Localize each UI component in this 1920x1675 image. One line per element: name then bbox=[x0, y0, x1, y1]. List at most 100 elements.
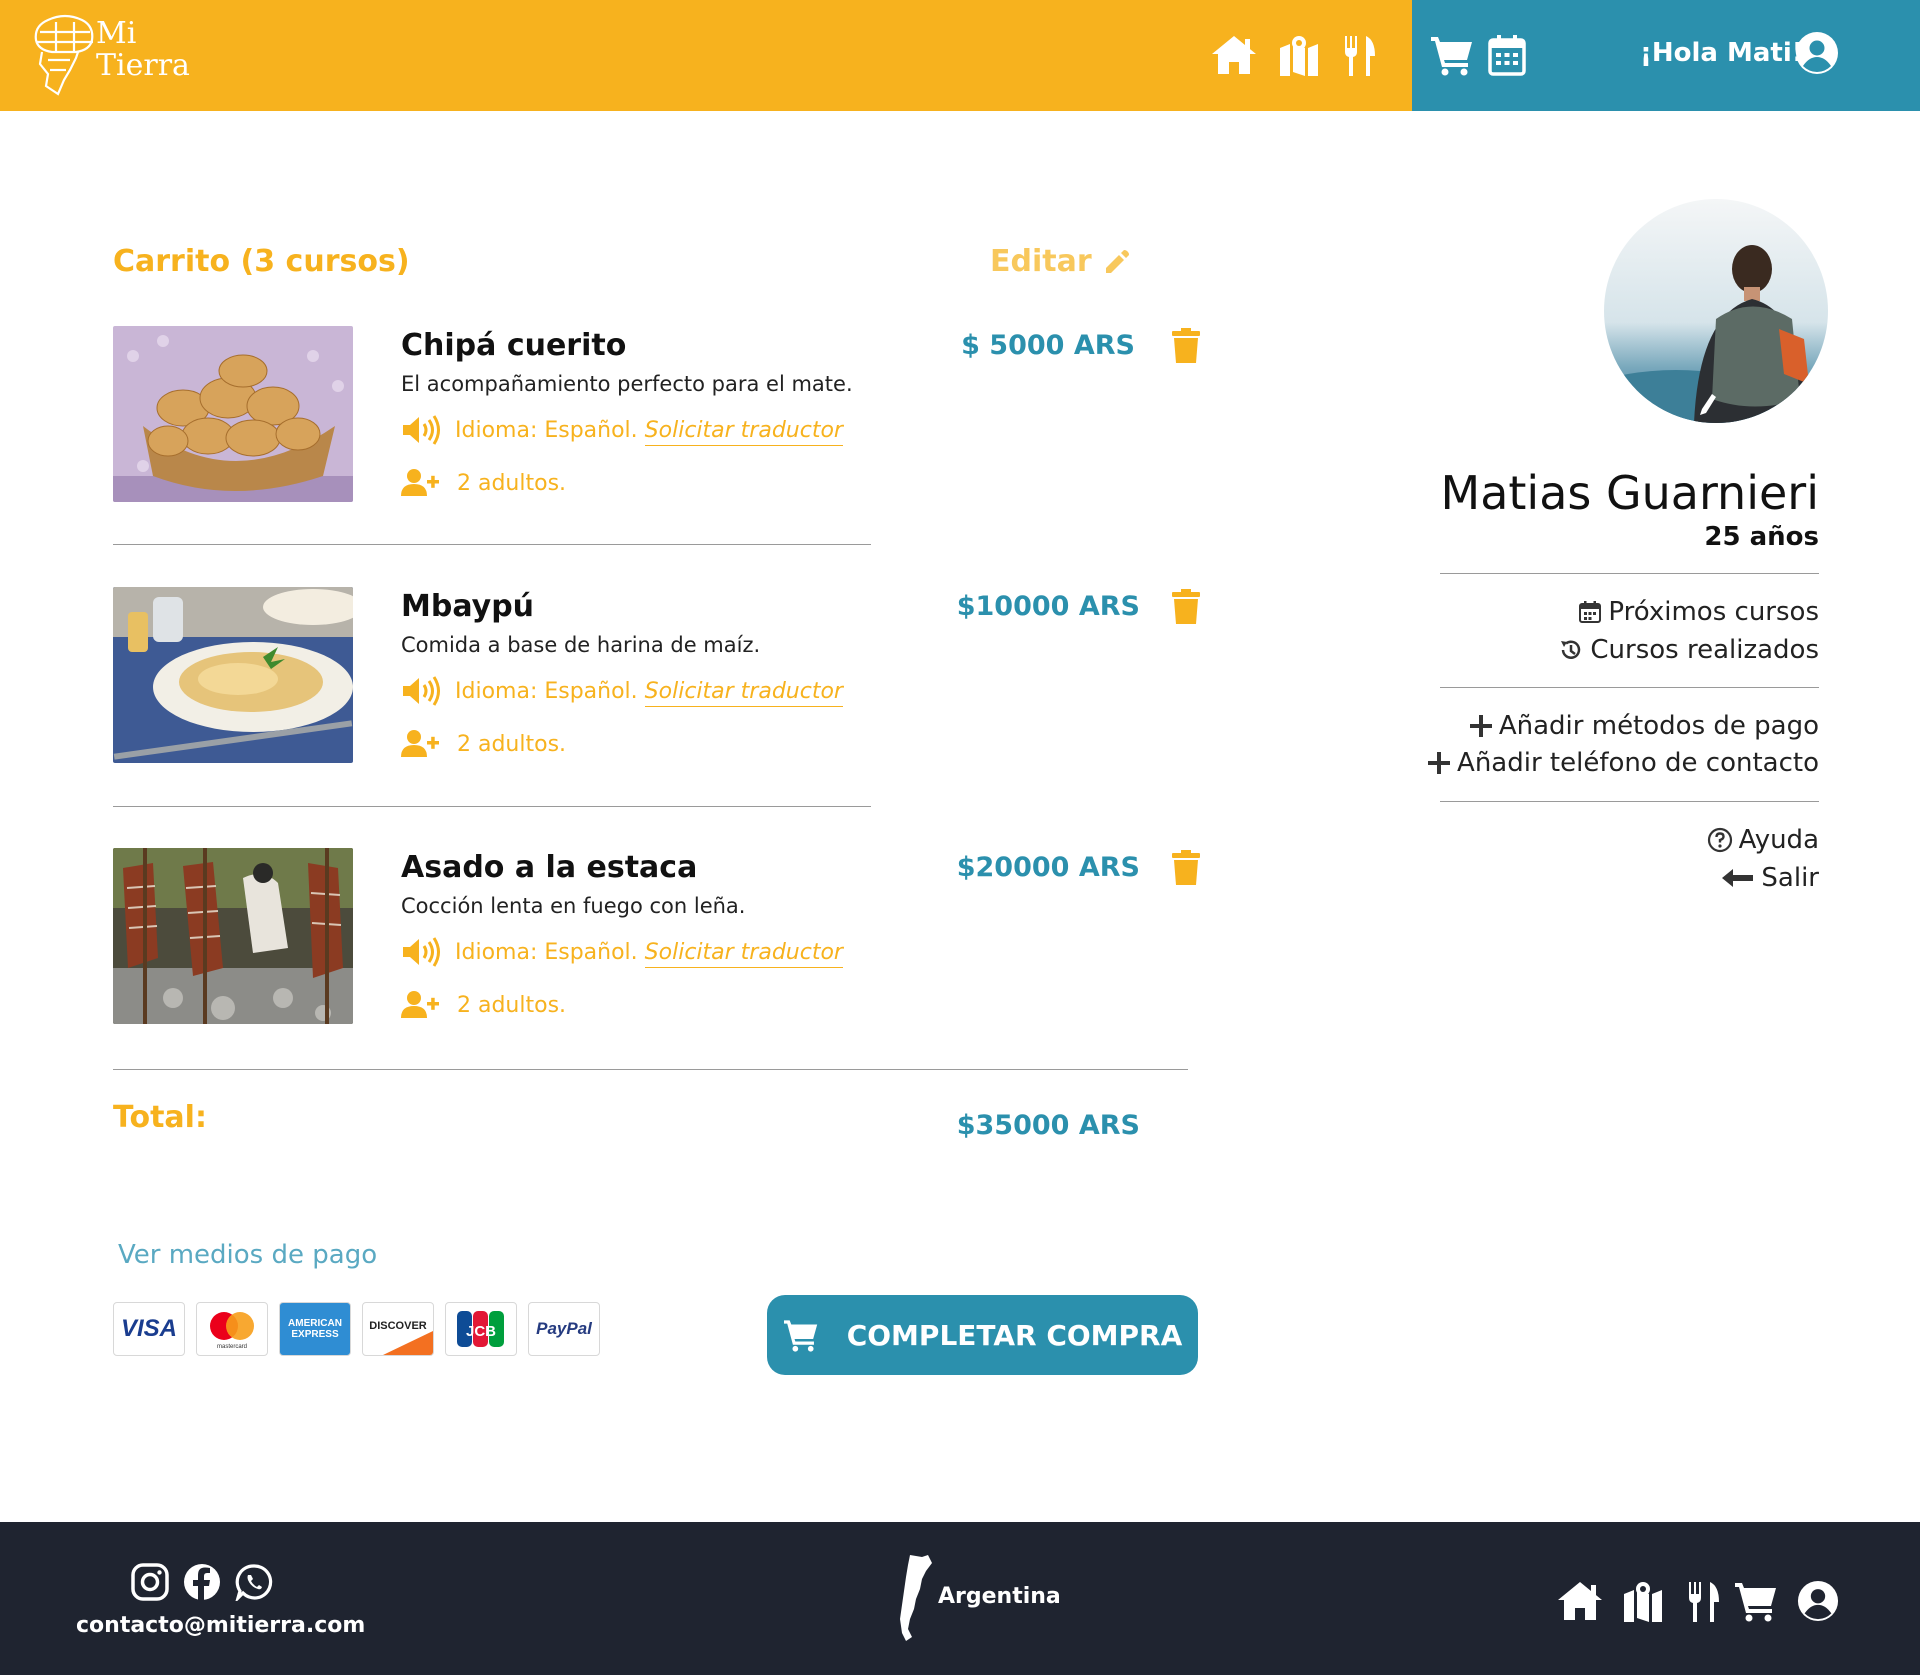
completed-courses-link[interactable]: Cursos realizados bbox=[1558, 635, 1819, 665]
cart-icon[interactable] bbox=[1734, 1580, 1778, 1626]
chipa-cuerito-image bbox=[113, 326, 353, 502]
logout-label: Salir bbox=[1761, 863, 1819, 893]
add-payment-method-link[interactable]: Añadir métodos de pago bbox=[1469, 711, 1819, 741]
discover-card-icon: DISCOVER bbox=[362, 1302, 434, 1356]
facebook-icon[interactable] bbox=[183, 1563, 221, 1605]
trash-icon[interactable] bbox=[1171, 328, 1201, 364]
utensils-icon[interactable] bbox=[1686, 1580, 1722, 1628]
user-circle-icon[interactable] bbox=[1795, 31, 1843, 75]
help-label: Ayuda bbox=[1738, 825, 1819, 855]
user-circle-icon[interactable] bbox=[1797, 1580, 1839, 1626]
item-language: Idioma: Español. bbox=[455, 939, 638, 965]
payment-cards-row: VISA mastercard AMERICAN EXPRESS DISCOVE… bbox=[113, 1302, 600, 1356]
edit-label: Editar bbox=[990, 244, 1092, 279]
user-plus-icon[interactable] bbox=[401, 468, 439, 498]
logout-link[interactable]: Salir bbox=[1721, 863, 1819, 893]
cart-item: Chipá cuerito El acompañamiento perfecto… bbox=[113, 326, 1213, 506]
navbar-user-section: ¡Hola Mati! bbox=[1412, 0, 1920, 111]
item-price: $20000 ARS bbox=[956, 852, 1140, 883]
amex-card-icon: AMERICAN EXPRESS bbox=[279, 1302, 351, 1356]
user-plus-icon[interactable] bbox=[401, 729, 439, 759]
greeting-text[interactable]: ¡Hola Mati! bbox=[1640, 38, 1804, 68]
map-icon[interactable] bbox=[1622, 1580, 1664, 1628]
add-phone-label: Añadir teléfono de contacto bbox=[1457, 748, 1819, 778]
cart-item: Asado a la estaca Cocción lenta en fuego… bbox=[113, 848, 1213, 1028]
view-payment-methods-link[interactable]: Ver medios de pago bbox=[118, 1240, 377, 1270]
profile-age: 25 años bbox=[1704, 522, 1819, 552]
add-payment-method-label: Añadir métodos de pago bbox=[1498, 711, 1819, 741]
upcoming-courses-label: Próximos cursos bbox=[1608, 597, 1819, 627]
map-icon[interactable] bbox=[1278, 34, 1326, 78]
home-icon[interactable] bbox=[1210, 34, 1258, 78]
help-link[interactable]: Ayuda bbox=[1707, 825, 1819, 855]
profile-avatar[interactable] bbox=[1604, 199, 1828, 423]
request-translator-link[interactable]: Solicitar traductor bbox=[644, 678, 843, 707]
question-circle-icon bbox=[1707, 827, 1732, 853]
profile-name: Matias Guarnieri bbox=[1440, 466, 1820, 520]
visa-card-icon: VISA bbox=[113, 1302, 185, 1356]
svg-text:JCB: JCB bbox=[466, 1323, 496, 1340]
profile-divider bbox=[1440, 801, 1819, 802]
jcb-card-icon: JCB bbox=[445, 1302, 517, 1356]
speaker-icon bbox=[403, 415, 440, 445]
request-translator-link[interactable]: Solicitar traductor bbox=[644, 939, 843, 968]
whatsapp-icon[interactable] bbox=[234, 1563, 273, 1605]
logo-mark-icon bbox=[34, 14, 94, 96]
item-description: Cocción lenta en fuego con leña. bbox=[401, 894, 746, 918]
item-divider bbox=[113, 806, 871, 807]
mastercard-icon: mastercard bbox=[196, 1302, 268, 1356]
country-label: Argentina bbox=[938, 1584, 1061, 1609]
user-plus-icon[interactable] bbox=[401, 990, 439, 1020]
edit-cart-button[interactable]: Editar bbox=[990, 244, 1130, 279]
item-language-row: Idioma: Español. Solicitar traductor bbox=[401, 936, 843, 968]
cart-icon bbox=[783, 1320, 817, 1352]
item-price: $10000 ARS bbox=[956, 591, 1140, 622]
contact-email[interactable]: contacto@mitierra.com bbox=[76, 1613, 365, 1638]
svg-text:DISCOVER: DISCOVER bbox=[369, 1320, 427, 1332]
item-guests-row: 2 adultos. bbox=[401, 729, 566, 759]
asado-image bbox=[113, 848, 353, 1024]
plus-icon bbox=[1428, 752, 1451, 774]
logo-line-1: Mi bbox=[96, 16, 137, 51]
trash-icon[interactable] bbox=[1171, 850, 1201, 886]
complete-purchase-button[interactable]: COMPLETAR COMPRA bbox=[767, 1295, 1198, 1375]
item-name: Mbaypú bbox=[401, 589, 535, 624]
item-guests: 2 adultos. bbox=[457, 470, 567, 496]
home-icon[interactable] bbox=[1556, 1580, 1604, 1626]
cart-icon[interactable] bbox=[1430, 34, 1478, 78]
speaker-icon bbox=[403, 937, 440, 967]
total-divider bbox=[113, 1069, 1188, 1070]
mbaypu-image bbox=[113, 587, 353, 763]
item-guests-row: 2 adultos. bbox=[401, 468, 566, 498]
total-value: $35000 ARS bbox=[956, 1110, 1140, 1141]
item-guests: 2 adultos. bbox=[457, 731, 567, 757]
speaker-icon bbox=[403, 676, 440, 706]
total-label: Total: bbox=[113, 1100, 207, 1135]
logo-line-2: Tierra bbox=[96, 48, 190, 83]
pencil-icon bbox=[1105, 249, 1129, 273]
item-description: El acompañamiento perfecto para el mate. bbox=[401, 372, 853, 396]
request-translator-link[interactable]: Solicitar traductor bbox=[644, 417, 843, 446]
logo-text: Mi Tierra bbox=[96, 18, 190, 82]
item-language-row: Idioma: Español. Solicitar traductor bbox=[401, 675, 843, 707]
calendar-icon bbox=[1579, 601, 1602, 623]
item-language: Idioma: Español. bbox=[455, 678, 638, 704]
item-language-row: Idioma: Español. Solicitar traductor bbox=[401, 414, 843, 446]
arrow-left-icon bbox=[1722, 869, 1754, 887]
completed-courses-label: Cursos realizados bbox=[1590, 635, 1819, 665]
history-icon bbox=[1561, 640, 1581, 659]
item-guests: 2 adultos. bbox=[457, 992, 567, 1018]
complete-purchase-label: COMPLETAR COMPRA bbox=[846, 1318, 1183, 1352]
instagram-icon[interactable] bbox=[131, 1563, 169, 1605]
add-phone-link[interactable]: Añadir teléfono de contacto bbox=[1427, 748, 1819, 778]
upcoming-courses-link[interactable]: Próximos cursos bbox=[1578, 597, 1819, 627]
trash-icon[interactable] bbox=[1171, 589, 1201, 625]
argentina-map-icon bbox=[896, 1553, 936, 1647]
item-price: $ 5000 ARS bbox=[961, 330, 1135, 361]
cart-title: Carrito (3 cursos) bbox=[113, 244, 410, 279]
item-language: Idioma: Español. bbox=[455, 417, 638, 443]
calendar-icon[interactable] bbox=[1488, 34, 1536, 78]
mi-tierra-logo[interactable]: Mi Tierra bbox=[30, 14, 205, 96]
cart-item: Mbaypú Comida a base de harina de maíz. … bbox=[113, 587, 1213, 767]
utensils-icon[interactable] bbox=[1342, 34, 1390, 78]
